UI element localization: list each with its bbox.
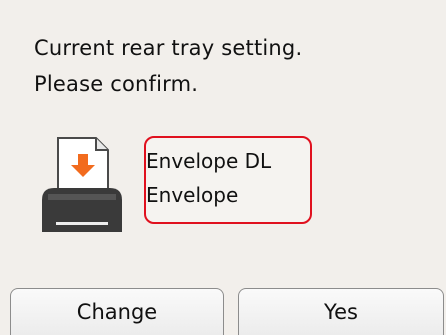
confirmation-message: Current rear tray setting. Please confir…	[34, 30, 434, 102]
yes-button[interactable]: Yes	[238, 288, 444, 335]
paper-size-text: Envelope DL	[146, 149, 272, 173]
media-type-text: Envelope	[146, 183, 239, 207]
change-button[interactable]: Change	[10, 288, 224, 335]
printer-rear-tray-icon	[38, 136, 126, 234]
message-line-2: Please confirm.	[34, 72, 199, 96]
confirmation-screen: Current rear tray setting. Please confir…	[0, 0, 446, 335]
message-line-1: Current rear tray setting.	[34, 36, 303, 60]
paper-setting-box: Envelope DL Envelope	[144, 136, 312, 224]
